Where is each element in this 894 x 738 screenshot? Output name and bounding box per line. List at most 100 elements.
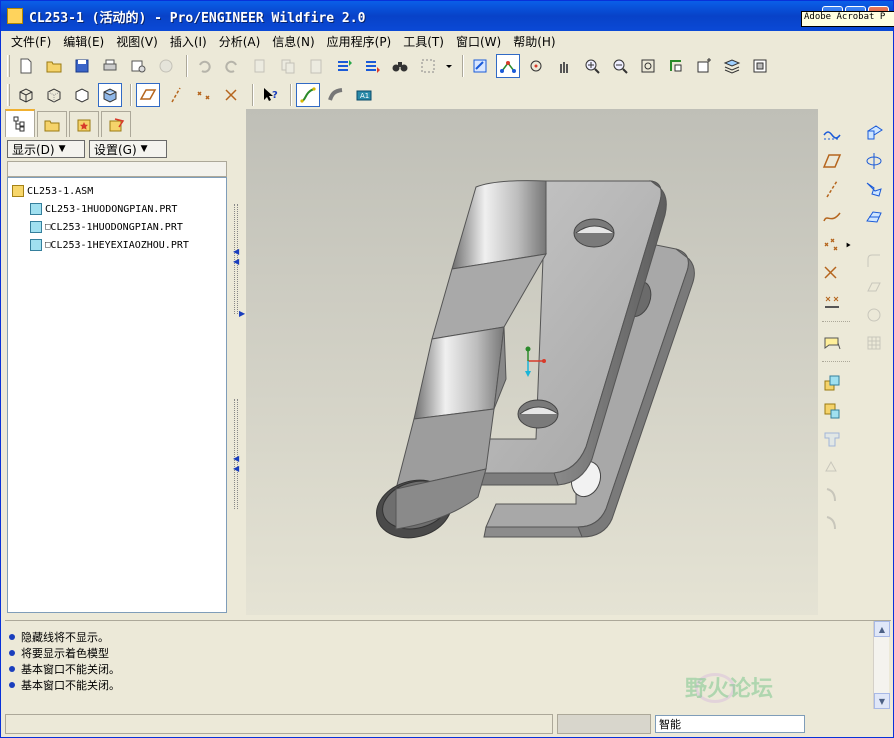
menu-window[interactable]: 窗口(W)	[450, 33, 507, 50]
draft-icon[interactable]	[862, 303, 886, 327]
chamfer-icon[interactable]	[862, 275, 886, 299]
spin-center-icon[interactable]	[496, 54, 520, 78]
send-mail-icon[interactable]	[126, 54, 150, 78]
collapse-left-icon[interactable]: ◀	[233, 247, 239, 256]
revolve-icon[interactable]	[862, 149, 886, 173]
cut-icon[interactable]	[248, 54, 272, 78]
assemble-component-icon[interactable]	[820, 371, 844, 395]
sketch-icon[interactable]	[820, 121, 844, 145]
tree-column-header[interactable]	[7, 161, 227, 177]
tab-folder-browser[interactable]	[37, 111, 67, 137]
curve-icon[interactable]	[820, 205, 844, 229]
collapse-left-icon[interactable]: ◀	[233, 454, 239, 463]
zoom-out-icon[interactable]	[608, 54, 632, 78]
find-binoculars-icon[interactable]	[388, 54, 412, 78]
menu-edit[interactable]: 编辑(E)	[57, 33, 110, 50]
menu-applications[interactable]: 应用程序(P)	[321, 33, 398, 50]
blend-icon[interactable]	[862, 205, 886, 229]
coordinate-systems-icon[interactable]	[220, 83, 244, 107]
hidden-line-icon[interactable]	[42, 83, 66, 107]
settings-dropdown[interactable]: 设置(G) ▼	[89, 140, 167, 158]
graphics-viewport[interactable]	[246, 109, 818, 615]
tab-favorites[interactable]	[69, 111, 99, 137]
menu-insert[interactable]: 插入(I)	[164, 33, 213, 50]
sweep-icon[interactable]	[862, 177, 886, 201]
no-hidden-icon[interactable]	[70, 83, 94, 107]
layers-icon[interactable]	[720, 54, 744, 78]
menu-view[interactable]: 视图(V)	[110, 33, 164, 50]
save-icon[interactable]	[70, 54, 94, 78]
pan-hand-icon[interactable]	[552, 54, 576, 78]
tree-root-item[interactable]: CL253-1.ASM	[8, 182, 226, 200]
menu-tools[interactable]: 工具(T)	[397, 33, 450, 50]
select-dropdown-arrow-icon[interactable]	[444, 54, 454, 78]
tree-item[interactable]: □ CL253-1HUODONGPIAN.PRT	[8, 218, 226, 236]
more-arrow-icon[interactable]	[844, 233, 854, 257]
scroll-up-icon[interactable]: ▲	[874, 621, 890, 637]
toolbar-separator	[822, 361, 850, 362]
undo-icon[interactable]	[192, 54, 216, 78]
tab-connections[interactable]	[101, 111, 131, 137]
regenerate-icon[interactable]	[332, 54, 356, 78]
sketch-tool-icon[interactable]	[296, 83, 320, 107]
message-scrollbar[interactable]: ▲ ▼	[873, 621, 890, 709]
round-icon[interactable]	[862, 249, 886, 273]
plane-icon[interactable]	[820, 149, 844, 173]
shading-icon[interactable]	[98, 83, 122, 107]
collapse-left-icon[interactable]: ◀	[233, 257, 239, 266]
tab-model-tree[interactable]	[5, 109, 35, 137]
show-dropdown[interactable]: 显示(D) ▼	[7, 140, 85, 158]
zoom-in-icon[interactable]	[580, 54, 604, 78]
repaint-icon[interactable]	[468, 54, 492, 78]
pattern-icon[interactable]	[820, 483, 844, 507]
redo-icon[interactable]	[220, 54, 244, 78]
title-bar[interactable]: CL253-1 (活动的) - Pro/ENGINEER Wildfire 2.…	[1, 1, 893, 31]
wireframe-icon[interactable]	[14, 83, 38, 107]
hole-icon[interactable]	[862, 121, 886, 145]
toolbar-grip[interactable]	[7, 84, 10, 106]
menu-analysis[interactable]: 分析(A)	[213, 33, 267, 50]
copy-icon[interactable]	[276, 54, 300, 78]
reorient-icon[interactable]	[664, 54, 688, 78]
new-file-icon[interactable]	[14, 54, 38, 78]
axis-icon[interactable]	[820, 177, 844, 201]
datum-points-icon[interactable]	[192, 83, 216, 107]
coordinate-system-icon[interactable]	[820, 261, 844, 285]
status-indicator-cell	[557, 714, 651, 734]
shell-icon[interactable]	[862, 331, 886, 355]
scroll-down-icon[interactable]: ▼	[874, 693, 890, 709]
panel-splitter[interactable]: ◀ ◀ ▶ ◀ ◀	[233, 109, 245, 615]
send-link-icon[interactable]	[154, 54, 178, 78]
regenerate-manager-icon[interactable]	[360, 54, 384, 78]
toolbar-grip[interactable]	[7, 55, 10, 77]
refit-icon[interactable]	[636, 54, 660, 78]
analysis-feature-icon[interactable]	[820, 289, 844, 313]
create-component-icon[interactable]	[820, 399, 844, 423]
collapse-left-icon[interactable]: ◀	[233, 464, 239, 473]
note-icon[interactable]	[820, 331, 844, 355]
view-manager-icon[interactable]	[748, 54, 772, 78]
open-folder-icon[interactable]	[42, 54, 66, 78]
tree-item[interactable]: □ CL253-1HEYEXIAOZHOU.PRT	[8, 236, 226, 254]
annotation-icon[interactable]: A1	[352, 83, 376, 107]
tree-item[interactable]: CL253-1HUODONGPIAN.PRT	[8, 200, 226, 218]
cut-feature-icon[interactable]	[820, 427, 844, 451]
point-icon[interactable]	[820, 233, 844, 257]
menu-file[interactable]: 文件(F)	[5, 33, 57, 50]
expand-right-icon[interactable]: ▶	[239, 309, 245, 318]
select-box-icon[interactable]	[416, 54, 440, 78]
menu-help[interactable]: 帮助(H)	[507, 33, 561, 50]
datum-axes-icon[interactable]	[164, 83, 188, 107]
orient-mode-icon[interactable]	[524, 54, 548, 78]
selection-filter[interactable]: 智能	[655, 715, 805, 733]
pipe-icon[interactable]	[324, 83, 348, 107]
context-help-icon[interactable]: ?	[258, 83, 282, 107]
print-icon[interactable]	[98, 54, 122, 78]
saved-views-icon[interactable]	[692, 54, 716, 78]
bullet-icon	[9, 650, 15, 656]
menu-info[interactable]: 信息(N)	[266, 33, 320, 50]
paste-icon[interactable]	[304, 54, 328, 78]
mirror-component-icon[interactable]	[820, 455, 844, 479]
merge-icon[interactable]	[820, 511, 844, 535]
datum-planes-icon[interactable]	[136, 83, 160, 107]
